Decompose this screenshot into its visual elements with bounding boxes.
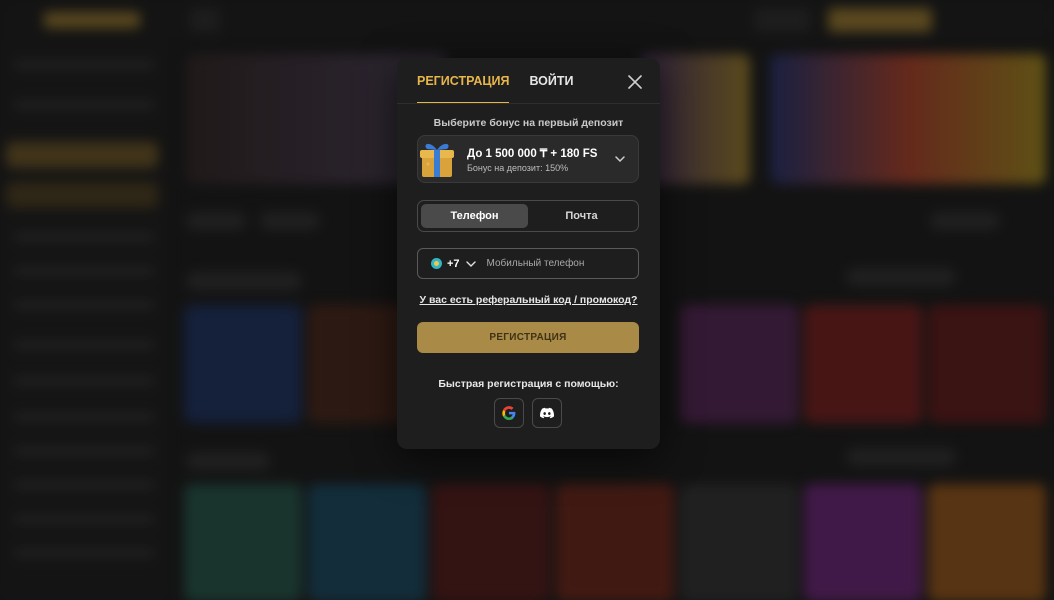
chevron-down-icon	[615, 156, 625, 163]
country-code-select[interactable]: +7	[418, 249, 476, 278]
register-button[interactable]: РЕГИСТРАЦИЯ	[417, 322, 639, 353]
registration-modal: РЕГИСТРАЦИЯ ВОЙТИ Выберите бонус на перв…	[397, 58, 660, 449]
tabs-divider	[397, 103, 660, 104]
tab-login[interactable]: ВОЙТИ	[529, 74, 573, 104]
gift-box-icon	[420, 143, 454, 177]
close-icon[interactable]	[626, 73, 644, 91]
bonus-subtitle: Бонус на депозит: 150%	[467, 163, 569, 173]
method-phone-button[interactable]: Телефон	[421, 204, 528, 228]
bonus-select[interactable]: До 1 500 000 ₸ + 180 FS Бонус на депозит…	[417, 135, 639, 183]
auth-tabs: РЕГИСТРАЦИЯ ВОЙТИ	[417, 74, 574, 104]
bonus-title: До 1 500 000 ₸ + 180 FS	[467, 148, 598, 160]
tab-registration[interactable]: РЕГИСТРАЦИЯ	[417, 74, 510, 104]
google-login-button[interactable]	[494, 398, 524, 428]
kazakhstan-flag-icon	[431, 258, 442, 269]
quick-registration-title: Быстрая регистрация с помощью:	[438, 378, 619, 390]
contact-method-switch: Телефон Почта	[417, 200, 639, 232]
phone-field: +7	[417, 248, 639, 279]
google-icon	[502, 406, 516, 420]
discord-login-button[interactable]	[532, 398, 562, 428]
bonus-caption: Выберите бонус на первый депозит	[433, 117, 624, 129]
discord-icon	[540, 407, 554, 419]
chevron-down-icon	[465, 260, 476, 267]
country-code: +7	[447, 257, 460, 270]
phone-input[interactable]	[486, 258, 627, 269]
promo-code-link[interactable]: У вас есть реферальный код / промокод?	[397, 294, 660, 306]
method-email-button[interactable]: Почта	[528, 204, 635, 228]
social-buttons	[494, 398, 562, 428]
